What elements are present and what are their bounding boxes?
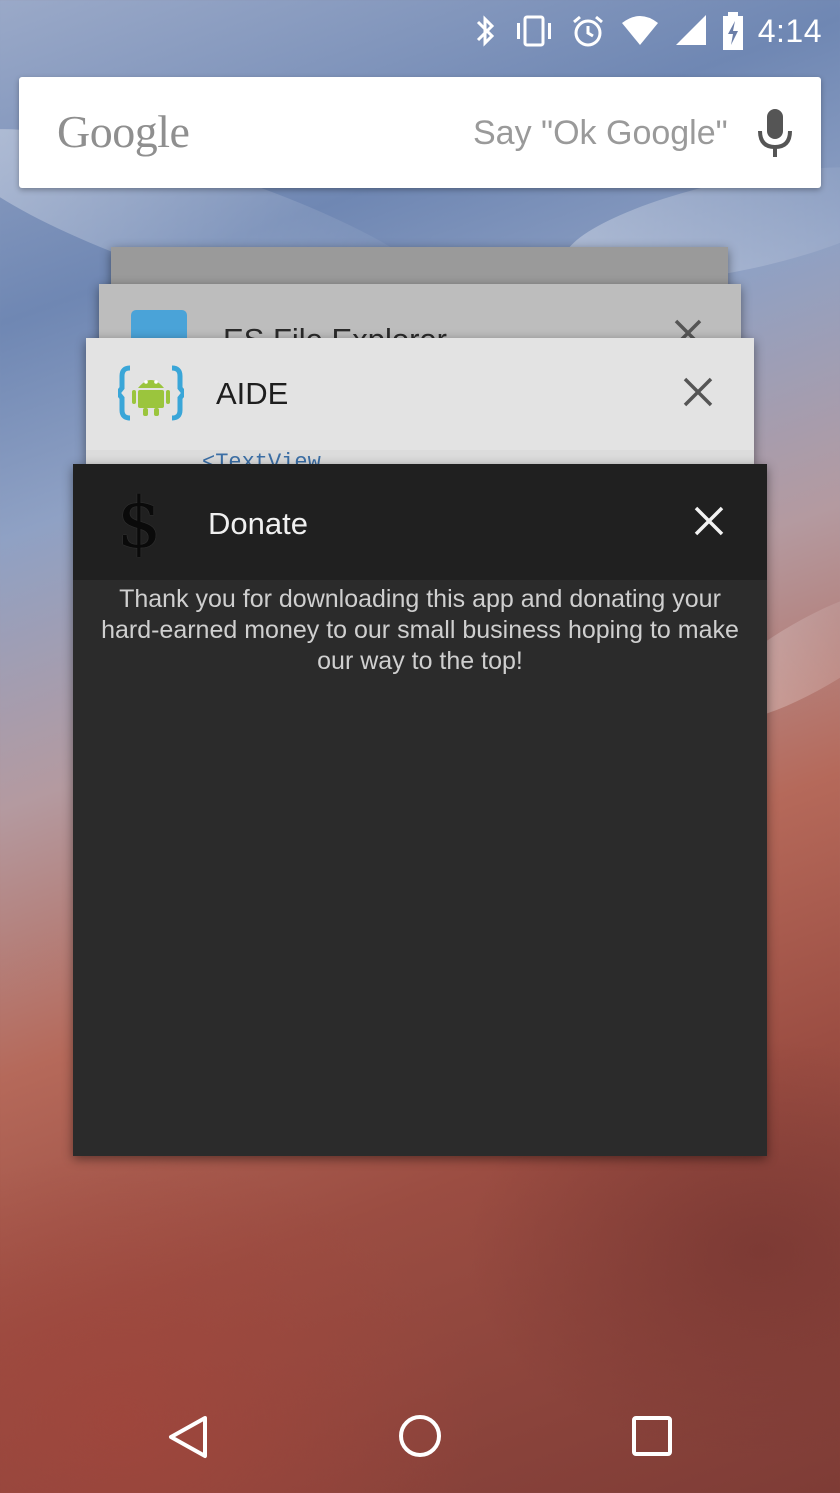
back-icon[interactable] <box>163 1412 213 1462</box>
navigation-bar <box>0 1390 840 1493</box>
card-header: AIDE <box>86 338 754 450</box>
recent-app-card-donate[interactable]: $ Donate Thank you for downloading this … <box>73 464 767 1156</box>
dollar-icon: $ <box>117 482 162 564</box>
signal-icon <box>675 15 706 45</box>
battery-charging-icon <box>722 12 743 50</box>
alarm-icon <box>572 15 603 47</box>
home-icon[interactable] <box>396 1412 444 1460</box>
status-bar: 4:14 <box>0 0 840 62</box>
wifi-icon <box>621 16 658 45</box>
donate-message: Thank you for downloading this app and d… <box>101 585 739 675</box>
voice-search-hint: Say "Ok Google" <box>473 114 728 152</box>
bluetooth-icon <box>476 15 494 47</box>
recents-icon[interactable] <box>630 1414 674 1458</box>
google-logo: Google <box>57 106 190 157</box>
clock: 4:14 <box>757 12 822 49</box>
android-icon <box>118 365 184 421</box>
close-icon[interactable] <box>682 376 714 408</box>
app-title: Donate <box>208 506 308 541</box>
vibrate-icon <box>516 15 551 47</box>
google-search-bar[interactable]: Google Say "Ok Google" <box>19 77 821 188</box>
mic-icon[interactable] <box>757 107 793 159</box>
card-header: $ Donate <box>73 464 767 580</box>
recent-app-card-aide[interactable]: AIDE <TextView <box>86 338 754 466</box>
close-icon[interactable] <box>693 505 725 537</box>
app-title: AIDE <box>216 376 289 411</box>
